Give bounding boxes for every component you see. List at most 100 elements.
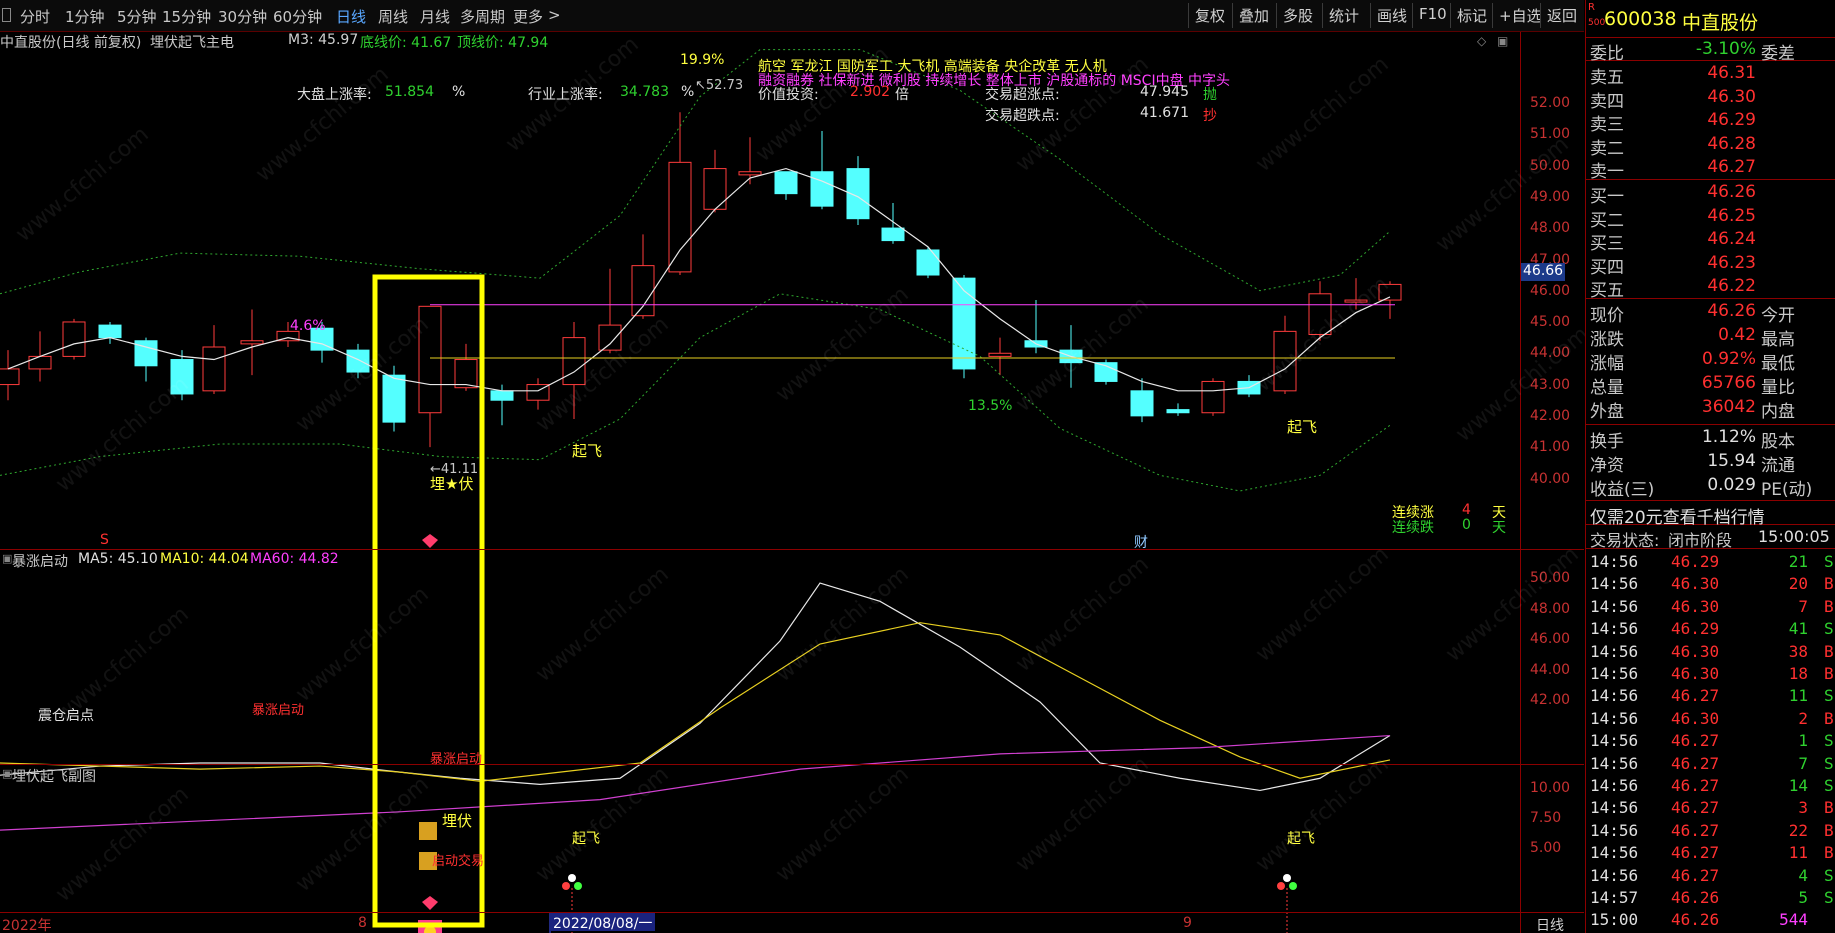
sub1-collapse-icon[interactable]: ▣ — [2, 552, 12, 565]
toolbar-button[interactable]: 叠加 — [1232, 3, 1275, 28]
quote-row[interactable]: 卖四 46.30 — [1586, 87, 1835, 112]
sub2-collapse-icon[interactable]: ▣ — [2, 767, 12, 780]
quote-row-price: 46.27 — [1707, 157, 1756, 177]
tick-price: 46.27 — [1671, 865, 1720, 885]
trade-time: 15:00:05 — [1758, 527, 1830, 546]
stat-label: 净资 — [1590, 456, 1624, 476]
stat-label-2: 股本 — [1761, 432, 1795, 452]
quote-header: R 500 600038 中直股份 — [1586, 0, 1835, 38]
stat-label: 涨跌 — [1590, 330, 1624, 350]
quote-row[interactable]: 买四 46.23 — [1586, 252, 1835, 278]
industry-rise-label: 行业上涨率: — [528, 87, 603, 103]
sub1-ma10 — [0, 622, 1391, 782]
quote-row[interactable]: 卖二 46.28 — [1586, 133, 1835, 159]
tick-price: 46.26 — [1671, 910, 1720, 930]
stat-row: 收益(三) 0.029 PE(动) — [1586, 475, 1835, 500]
quote-row-label: 卖五 — [1590, 68, 1624, 88]
more-arrow-icon[interactable]: > — [548, 6, 561, 24]
tick-volume: 18 — [1788, 664, 1808, 683]
axis-tick: 49.00 — [1530, 188, 1571, 205]
toolbar-button[interactable]: 统计 — [1322, 3, 1365, 28]
sidebar-toggle-icon[interactable] — [2, 8, 11, 22]
lower-band — [0, 293, 1391, 492]
quote-row[interactable]: 卖五 46.31 — [1586, 63, 1835, 88]
candle-body — [1201, 380, 1225, 414]
candle-body — [418, 305, 442, 414]
stat-row: 涨幅 0.92% 最低 — [1586, 349, 1835, 374]
sub1-ma60: MA60: 44.82 — [250, 551, 339, 567]
kline-chart-area[interactable]: 中直股份(日线 前复权) 埋伏起飞主电 M3: 45.97 底线价: 41.67… — [0, 32, 1594, 933]
quote-row[interactable]: 买五 46.22 — [1586, 276, 1835, 301]
period-tab[interactable]: 1分钟 — [65, 6, 105, 27]
lianxu-die-unit: 天 — [1492, 520, 1506, 536]
tick-price: 46.30 — [1671, 596, 1720, 616]
period-toolbar: 分时 1分钟 5分钟 15分钟 30分钟 60分钟 日线 周线 月线 多周期 更多 > 复权 叠加 多股统… — [0, 0, 1584, 32]
quote-row-price: 46.28 — [1707, 133, 1756, 154]
pct-13-5-label: 13.5% — [968, 398, 1013, 414]
date-axis-period[interactable]: 日线 — [1536, 915, 1564, 933]
indicator-name[interactable]: 埋伏起飞主电 — [150, 32, 234, 52]
tick-list[interactable]: 14:56 46.29 21 S 14:56 46.30 20 B 14:56 46.30 7 B 14… — [1586, 552, 1835, 933]
chart-canvas[interactable] — [0, 32, 1584, 933]
candle-body — [598, 324, 622, 351]
tick-time: 14:56 — [1590, 596, 1639, 616]
tick-volume: 5 — [1798, 888, 1808, 907]
axis-tick: 44.00 — [1530, 345, 1571, 362]
period-tab[interactable]: 60分钟 — [273, 6, 322, 27]
quote-row[interactable]: 买三 46.24 — [1586, 229, 1835, 254]
period-tab[interactable]: 分时 — [20, 6, 50, 27]
tick-row: 14:56 46.27 22 B — [1586, 821, 1835, 843]
diamond-icon[interactable]: ◇ — [1477, 34, 1486, 48]
tick-direction: B — [1824, 664, 1834, 683]
period-tab[interactable]: 日线 — [336, 6, 366, 27]
period-tab[interactable]: 多周期 — [460, 6, 505, 27]
toolbar-button[interactable]: 画线 — [1370, 3, 1413, 28]
candle-body — [346, 349, 370, 373]
sub2-name[interactable]: 埋伏起飞副图 — [12, 766, 96, 786]
quote-row[interactable]: 买二 46.25 — [1586, 206, 1835, 231]
period-tab[interactable]: 5分钟 — [117, 6, 157, 27]
toolbar-button[interactable]: 多股 — [1276, 3, 1319, 28]
period-tab[interactable]: 周线 — [378, 6, 408, 27]
axis-tick: 41.00 — [1530, 439, 1571, 456]
sub1-name[interactable]: 暴涨启动 — [12, 551, 68, 571]
tick-time: 14:56 — [1590, 552, 1639, 571]
quote-row[interactable]: 卖三 46.29 — [1586, 110, 1835, 135]
sub2-qidong: 启动交易 — [432, 854, 485, 869]
cai-marker[interactable]: 财 — [1134, 532, 1148, 552]
axis-tick: 42.00 — [1530, 692, 1571, 708]
candle-body — [952, 277, 976, 370]
tick-time: 14:56 — [1590, 641, 1639, 661]
tick-direction: S — [1824, 753, 1834, 773]
sub1-ma60 — [0, 734, 1391, 831]
quote-row[interactable]: 买一 46.26 — [1586, 182, 1835, 207]
period-tab[interactable]: 月线 — [420, 6, 450, 27]
toolbar-button[interactable]: 返回 — [1540, 3, 1583, 28]
tick-time: 14:56 — [1590, 776, 1639, 795]
depth-banner-text[interactable]: 仅需20元查看千档行情 — [1590, 503, 1765, 528]
axis-tick: 48.00 — [1530, 600, 1571, 617]
toolbar-button[interactable]: 复权 — [1188, 3, 1231, 28]
tick-time: 14:56 — [1590, 664, 1639, 683]
tick-price: 46.30 — [1671, 708, 1720, 728]
toolbar-button[interactable]: 标记 — [1450, 3, 1493, 28]
depth-banner[interactable]: 仅需20元查看千档行情 — [1586, 502, 1835, 528]
tick-price: 46.27 — [1671, 731, 1720, 751]
tick-row: 14:56 46.27 11 B — [1586, 843, 1835, 865]
maximize-icon[interactable]: ▣ — [1497, 34, 1508, 48]
quote-row-price: 46.23 — [1707, 252, 1756, 273]
candle-body — [668, 161, 692, 273]
tick-price: 46.27 — [1671, 798, 1720, 818]
tick-time: 14:56 — [1590, 820, 1639, 840]
quote-row[interactable]: 卖一 46.27 — [1586, 157, 1835, 182]
period-tab[interactable]: 30分钟 — [218, 6, 267, 27]
toolbar-button[interactable]: F10 — [1412, 3, 1453, 28]
stat-value: 0.029 — [1707, 475, 1756, 495]
period-tab[interactable]: 15分钟 — [162, 6, 211, 27]
weibi-row: 委比 -3.10% 委差 — [1586, 38, 1835, 64]
gem-icon — [422, 534, 438, 548]
period-tab[interactable]: 更多 — [513, 6, 543, 27]
stat-row: 换手 1.12% 股本 — [1586, 427, 1835, 452]
buy-point-tag: 抄 — [1203, 108, 1217, 124]
axis-tick: 46.00 — [1530, 282, 1571, 299]
